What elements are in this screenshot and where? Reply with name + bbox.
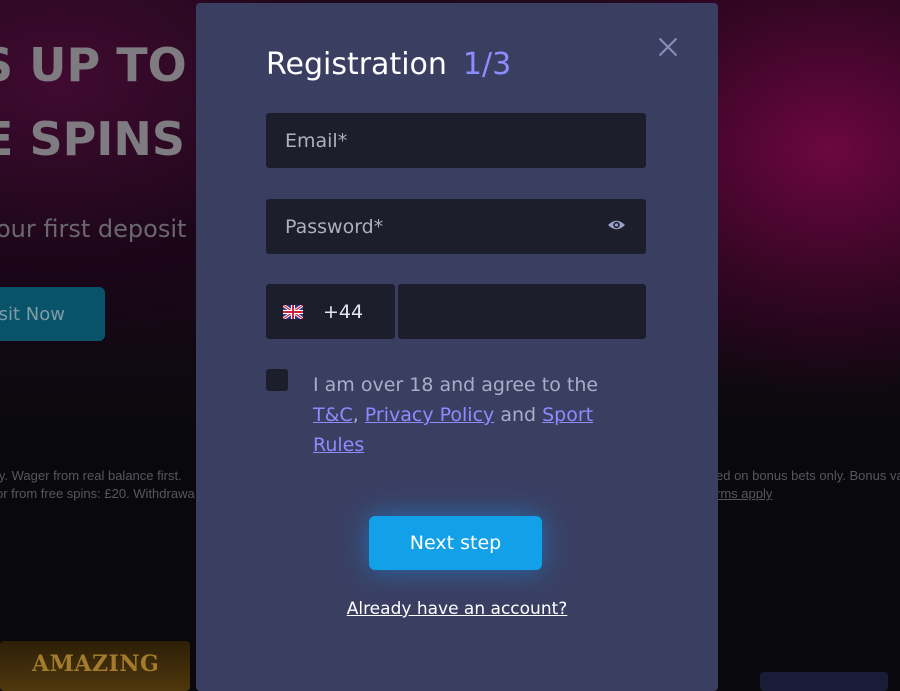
country-code-value: +44 (323, 300, 364, 323)
modal-title: Registration 1/3 (266, 47, 511, 82)
phone-number-field[interactable] (398, 284, 646, 339)
agree-prefix: I am over 18 and agree to the (313, 374, 599, 396)
eye-icon[interactable] (607, 218, 626, 232)
agree-terms-text: I am over 18 and agree to the T&C, Priva… (313, 370, 623, 460)
separator-text: , (352, 404, 359, 426)
tc-link[interactable]: T&C (313, 404, 353, 426)
title-text: Registration (266, 47, 447, 82)
password-field[interactable] (266, 199, 646, 254)
email-field[interactable] (266, 113, 646, 168)
step-indicator: 1/3 (462, 47, 512, 82)
close-icon[interactable] (656, 35, 680, 59)
country-code-select[interactable]: +44 (266, 284, 395, 339)
age-terms-checkbox[interactable] (266, 369, 288, 391)
and-text: and (500, 404, 537, 426)
registration-modal: Registration 1/3 +44 I am over 18 and agr… (196, 3, 718, 691)
login-link[interactable]: Already have an account? (196, 599, 718, 619)
uk-flag-icon (283, 304, 303, 319)
next-step-button[interactable]: Next step (369, 516, 542, 570)
privacy-policy-link[interactable]: Privacy Policy (365, 404, 494, 426)
